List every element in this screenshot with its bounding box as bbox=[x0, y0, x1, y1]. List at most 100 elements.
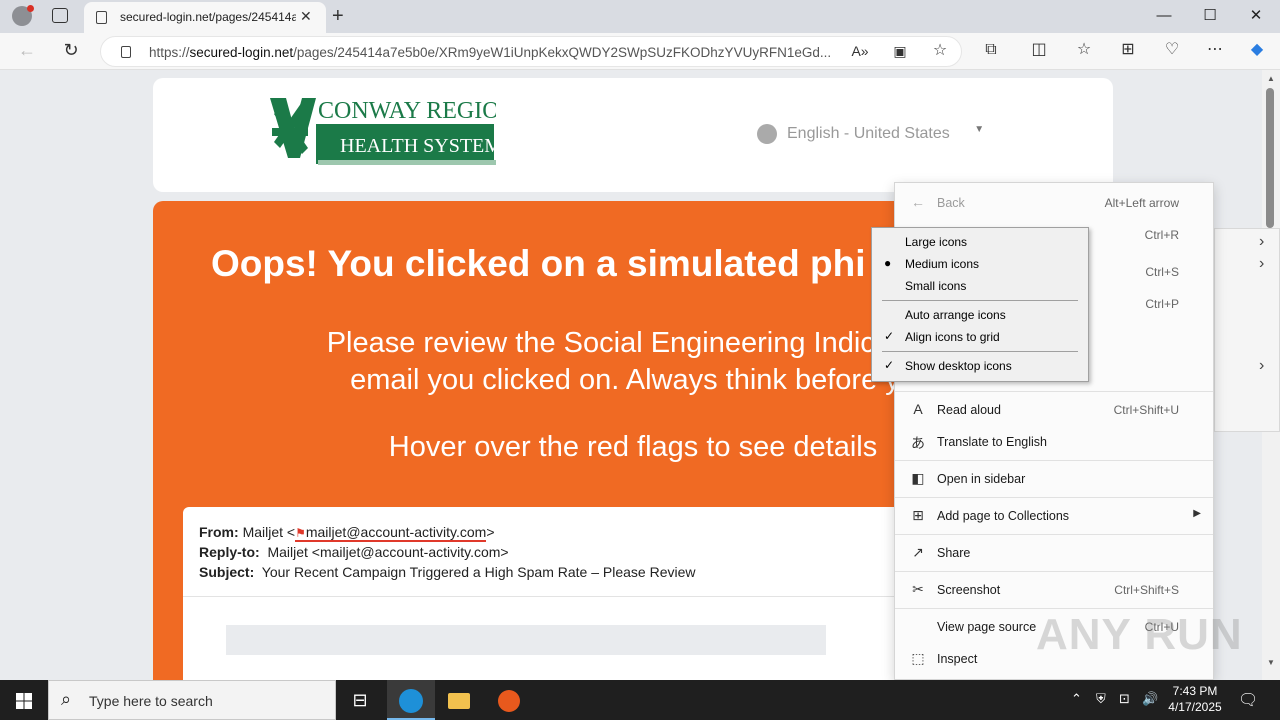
scroll-thumb[interactable] bbox=[1266, 88, 1274, 228]
from-address[interactable]: mailjet@account-activity.com bbox=[306, 524, 486, 540]
back-arrow-icon[interactable]: ← bbox=[16, 39, 38, 61]
menu-shortcut: Ctrl+Shift+U bbox=[1113, 403, 1179, 417]
close-tab-icon[interactable]: ✕ bbox=[300, 8, 312, 25]
menu-item-share[interactable]: ↗ Share bbox=[895, 538, 1213, 568]
menu-item-add-to-collections[interactable]: ⊞ Add page to Collections ▶ bbox=[895, 501, 1213, 531]
chevron-right-icon[interactable]: › bbox=[1259, 357, 1264, 375]
taskbar: ⌕ Type here to search ⊟ ⌃ ⛨ ⊡ 🔊 7:43 PM … bbox=[0, 680, 1280, 720]
tray-expand-icon[interactable]: ⌃ bbox=[1071, 691, 1082, 707]
scroll-down-icon[interactable]: ▼ bbox=[1267, 658, 1275, 667]
collections-icon[interactable]: ⊞ bbox=[1117, 39, 1139, 61]
lock-icon[interactable] bbox=[121, 46, 131, 58]
copilot-icon[interactable]: ◆ bbox=[1246, 39, 1268, 61]
start-button[interactable] bbox=[0, 680, 48, 720]
maximize-button[interactable]: ☐ bbox=[1187, 4, 1233, 28]
submenu-separator bbox=[882, 300, 1078, 301]
favorite-star-icon[interactable]: ☆ bbox=[929, 40, 951, 62]
file-explorer-icon[interactable] bbox=[435, 680, 483, 720]
menu-shortcut: Alt+Left arrow bbox=[1104, 196, 1179, 210]
scroll-up-icon[interactable]: ▲ bbox=[1267, 74, 1275, 83]
firefox-icon[interactable] bbox=[485, 680, 533, 720]
menu-item-open-in-sidebar[interactable]: ◧ Open in sidebar bbox=[895, 464, 1213, 494]
anyrun-watermark: ANY RUN bbox=[1036, 610, 1243, 659]
clock-date: 4/17/2025 bbox=[1168, 700, 1222, 714]
url-text[interactable]: https://secured-login.net/pages/245414a7… bbox=[149, 45, 839, 60]
favorites-icon[interactable]: ☆ bbox=[1073, 39, 1095, 61]
close-window-button[interactable]: ✕ bbox=[1233, 4, 1279, 28]
submenu-item-align-to-grid[interactable]: ✓ Align icons to grid bbox=[872, 326, 1088, 348]
browser-essentials-icon[interactable]: ♡ bbox=[1161, 39, 1183, 61]
tab-title: secured-login.net/pages/245414a bbox=[120, 10, 296, 24]
submenu-item-auto-arrange[interactable]: Auto arrange icons bbox=[872, 304, 1088, 326]
task-view-icon[interactable]: ⊟ bbox=[336, 680, 384, 720]
dropdown-caret-icon[interactable]: ▼ bbox=[974, 124, 984, 135]
submenu-item-medium-icons[interactable]: ● Medium icons bbox=[872, 253, 1088, 275]
submenu-item-large-icons[interactable]: Large icons bbox=[872, 231, 1088, 253]
submenu-item-show-desktop-icons[interactable]: ✓ Show desktop icons bbox=[872, 355, 1088, 377]
red-flag-icon[interactable]: ⚑ bbox=[295, 526, 306, 540]
menu-item-read-aloud[interactable]: A Read aloud Ctrl+Shift+U bbox=[895, 395, 1213, 425]
minimize-button[interactable]: — bbox=[1141, 4, 1187, 28]
tab-strip: secured-login.net/pages/245414a ✕ + — ☐ … bbox=[0, 0, 1280, 33]
language-selector[interactable]: English - United States ▼ bbox=[757, 124, 984, 144]
chevron-right-icon[interactable]: › bbox=[1259, 233, 1264, 251]
taskbar-clock[interactable]: 7:43 PM 4/17/2025 bbox=[1160, 683, 1230, 715]
item-label: Small icons bbox=[905, 279, 967, 293]
bullet-icon: ● bbox=[884, 256, 892, 270]
menu-separator bbox=[895, 497, 1213, 498]
item-label: Show desktop icons bbox=[905, 359, 1012, 373]
more-menu-icon[interactable]: ⋯ bbox=[1204, 39, 1226, 61]
screenshot-icon: ✂ bbox=[912, 581, 924, 597]
submenu-item-small-icons[interactable]: Small icons bbox=[872, 275, 1088, 297]
read-aloud-icon: A bbox=[913, 401, 923, 417]
read-aloud-icon[interactable]: A» bbox=[849, 40, 871, 62]
header-card: CONWAY REGIONAL HEALTH SYSTEM English - … bbox=[153, 78, 1113, 192]
menu-separator bbox=[895, 608, 1213, 609]
share-icon: ↗ bbox=[912, 544, 924, 560]
split-screen-icon[interactable]: ◫ bbox=[1028, 39, 1050, 61]
tab-actions-icon[interactable] bbox=[52, 8, 68, 23]
security-icon[interactable]: ⛨ bbox=[1096, 691, 1106, 707]
submenu-panel-behind: › › › bbox=[1214, 228, 1280, 432]
extensions-icon[interactable]: ⧉ bbox=[980, 39, 1002, 61]
conway-logo: CONWAY REGIONAL HEALTH SYSTEM bbox=[270, 98, 496, 165]
taskbar-search[interactable]: ⌕ Type here to search bbox=[48, 680, 336, 720]
edge-app-icon[interactable] bbox=[387, 680, 435, 720]
menu-label: Add page to Collections bbox=[937, 509, 1070, 523]
logo-text-line2: HEALTH SYSTEM bbox=[340, 135, 496, 157]
replyto-value: Mailjet <mailjet@account-activity.com> bbox=[267, 544, 509, 560]
menu-label: Open in sidebar bbox=[937, 472, 1026, 486]
notifications-icon[interactable]: 🗨 bbox=[1238, 690, 1258, 710]
replyto-label: Reply-to: bbox=[199, 544, 260, 560]
address-bar[interactable]: https://secured-login.net/pages/245414a7… bbox=[100, 36, 962, 67]
menu-item-screenshot[interactable]: ✂ Screenshot Ctrl+Shift+S bbox=[895, 575, 1213, 605]
from-end: > bbox=[486, 524, 495, 540]
menu-shortcut: Ctrl+P bbox=[1145, 297, 1179, 311]
active-tab[interactable]: secured-login.net/pages/245414a ✕ bbox=[84, 2, 326, 33]
menu-separator bbox=[895, 460, 1213, 461]
network-icon[interactable]: ⊡ bbox=[1119, 691, 1130, 707]
menu-separator bbox=[895, 391, 1213, 392]
submenu-separator bbox=[882, 351, 1078, 352]
menu-label: Screenshot bbox=[937, 583, 1001, 597]
new-tab-icon[interactable]: + bbox=[332, 5, 344, 28]
replyto-line: Reply-to: Mailjet <mailjet@account-activ… bbox=[199, 544, 509, 560]
page-icon bbox=[96, 11, 107, 24]
menu-item-back[interactable]: ← Back Alt+Left arrow bbox=[895, 188, 1213, 218]
from-line: From: Mailjet <⚑mailjet@account-activity… bbox=[199, 524, 495, 542]
menu-item-translate[interactable]: あ Translate to English bbox=[895, 427, 1213, 457]
menu-label: Read aloud bbox=[937, 403, 1001, 417]
language-label: English - United States bbox=[787, 125, 950, 143]
search-placeholder: Type here to search bbox=[89, 693, 213, 709]
browser-toolbar: ← ↻ https://secured-login.net/pages/2454… bbox=[0, 33, 1280, 70]
subject-value: Your Recent Campaign Triggered a High Sp… bbox=[261, 564, 696, 580]
menu-shortcut: Ctrl+S bbox=[1145, 265, 1179, 279]
search-icon: ⌕ bbox=[61, 689, 72, 709]
submenu-arrow-icon: ▶ bbox=[1193, 508, 1201, 519]
back-arrow-icon: ← bbox=[911, 194, 925, 210]
refresh-icon[interactable]: ↻ bbox=[60, 39, 82, 61]
immersive-reader-icon[interactable]: ▣ bbox=[889, 40, 911, 62]
volume-icon[interactable]: 🔊 bbox=[1142, 691, 1158, 707]
menu-shortcut: Ctrl+Shift+S bbox=[1114, 583, 1179, 597]
chevron-right-icon[interactable]: › bbox=[1259, 255, 1264, 273]
